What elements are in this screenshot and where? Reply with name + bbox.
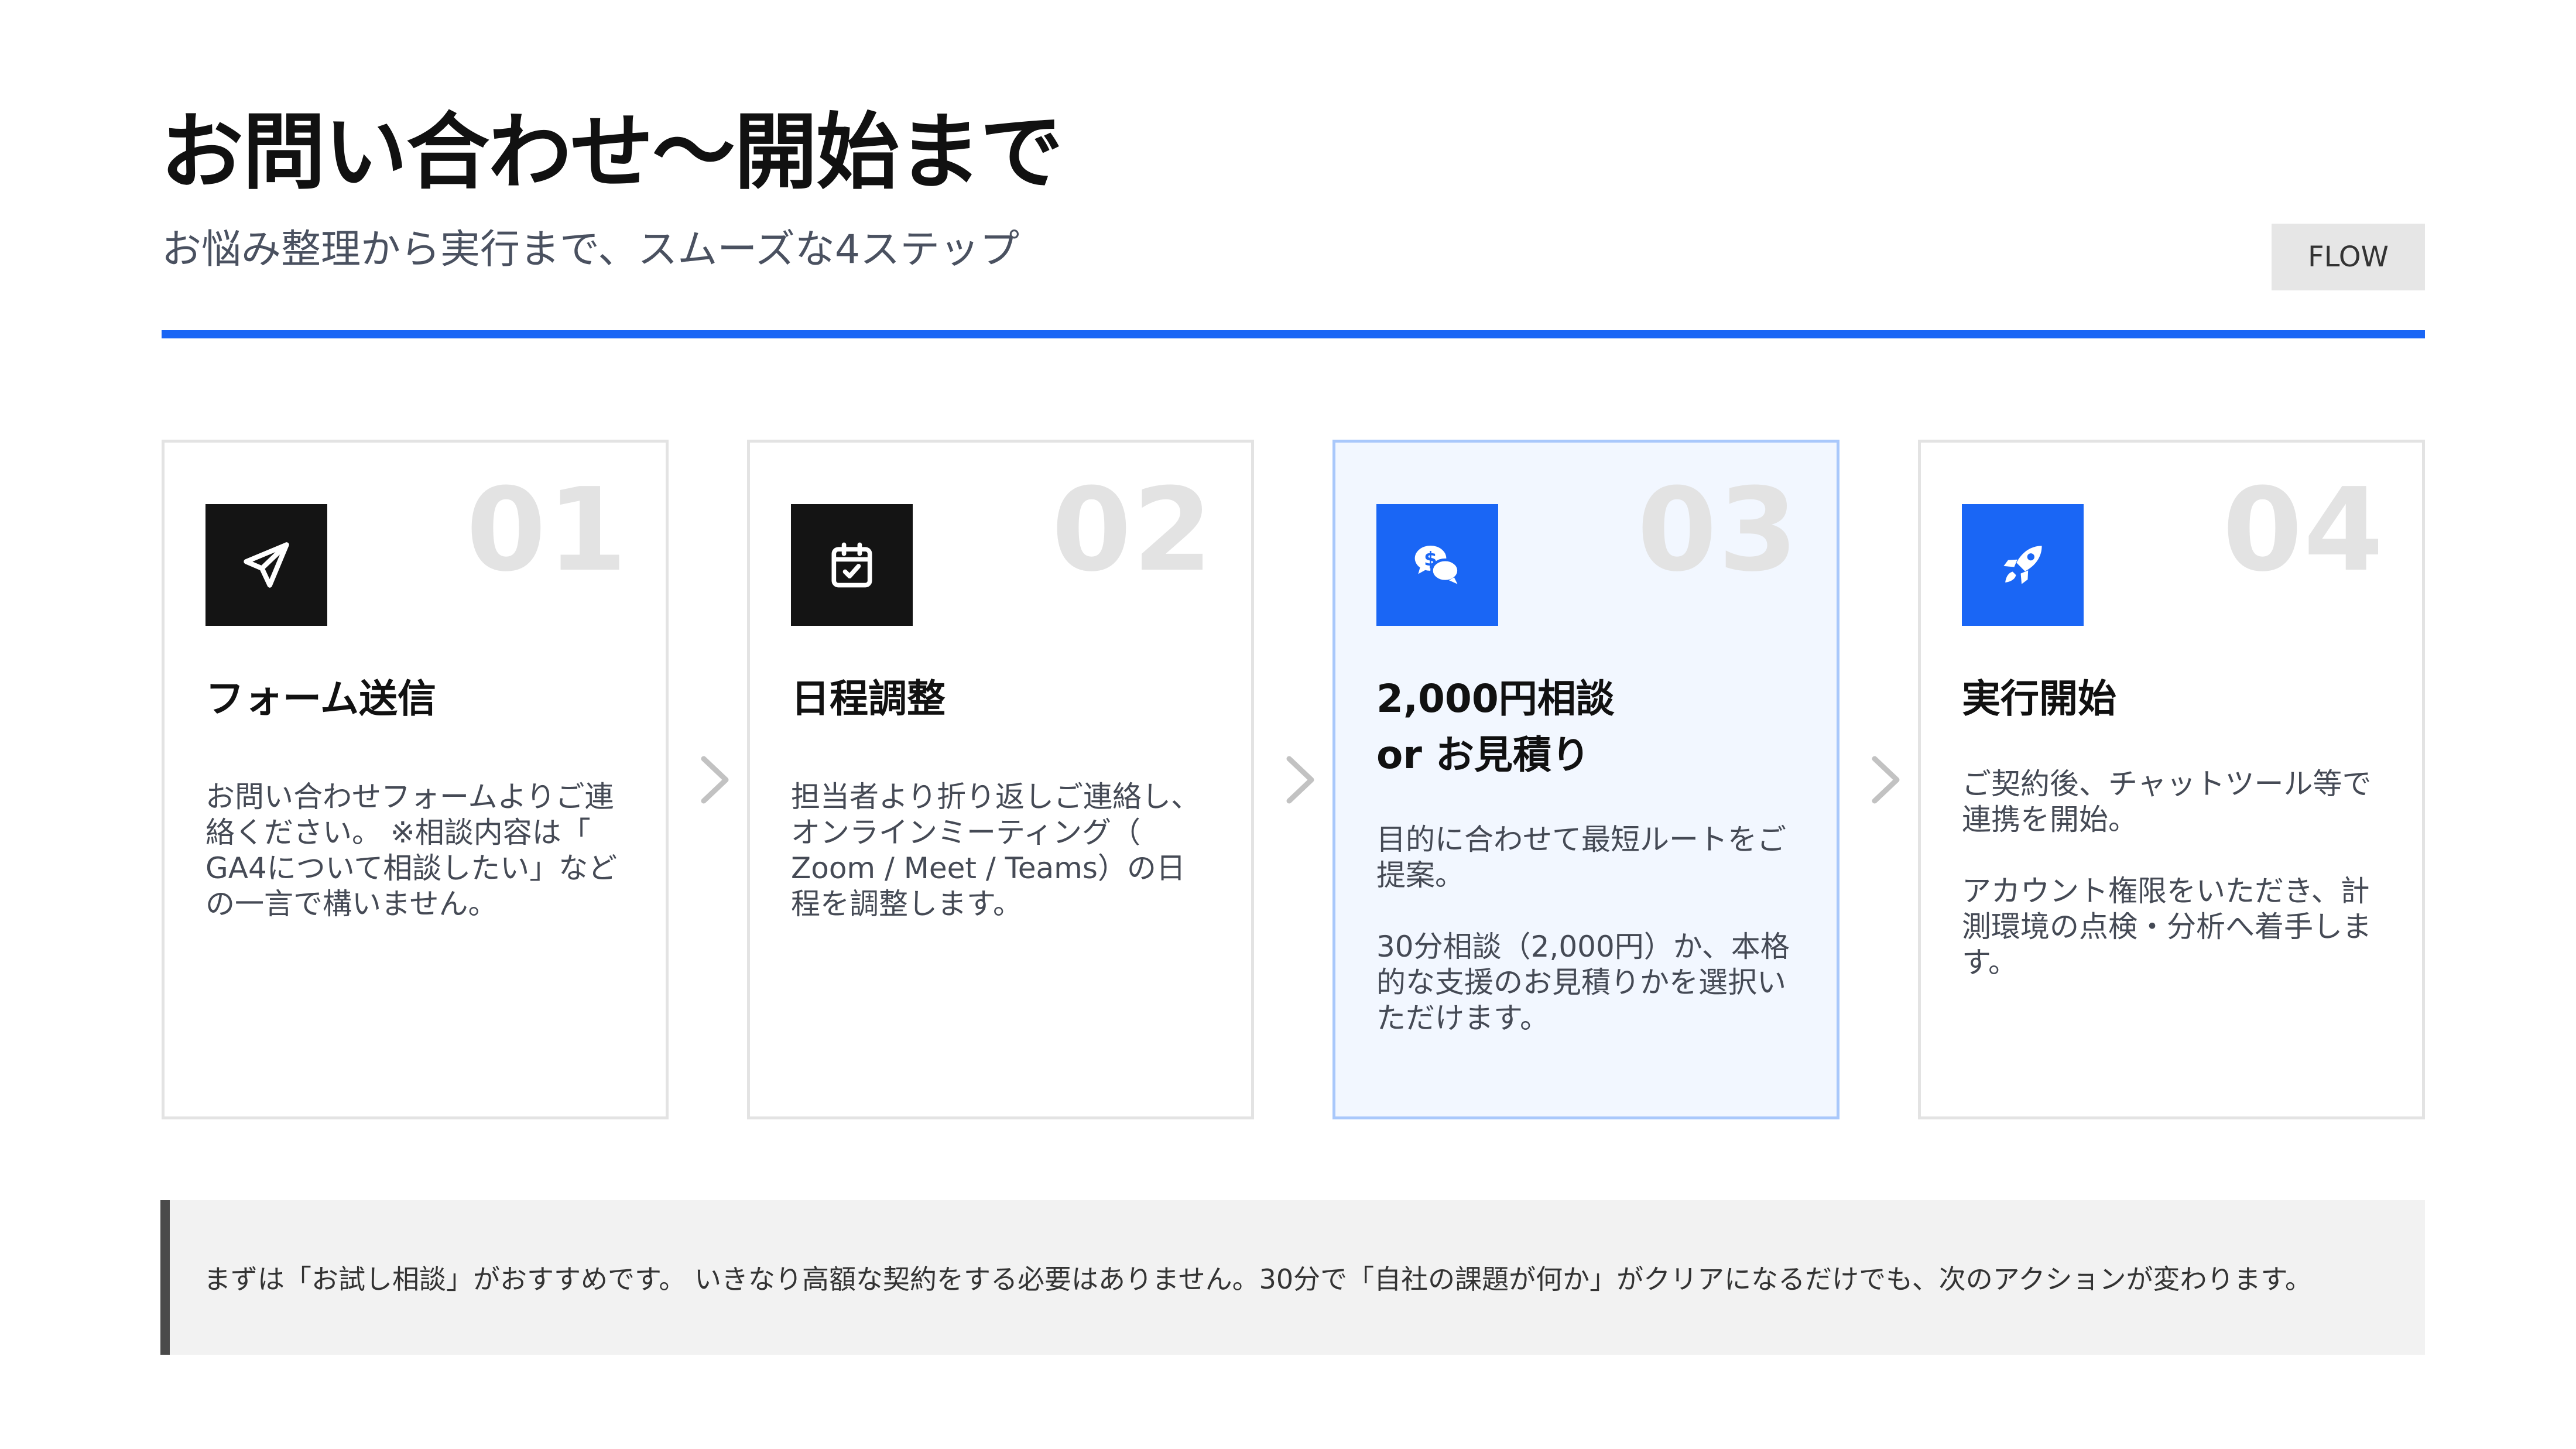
- step-title: 実行開始: [1962, 676, 2116, 721]
- step-card-2: 02 日程調整 担当者より折り返しご連絡し、 オンラインミーティング（ Zoom…: [747, 440, 1254, 1119]
- step-card-3: 03 $ 2,000円相談 or お見積り 目的に合わせて最短ルートをご 提案。…: [1332, 440, 1839, 1119]
- step-description: お問い合わせフォームよりご連 絡ください。 ※相談内容は「 GA4について相談し…: [205, 780, 618, 921]
- flow-slide: お問い合わせ〜開始まで お悩み整理から実行まで、スムーズな4ステップ FLOW …: [0, 0, 2576, 1449]
- chevron-right-icon: [1280, 751, 1321, 809]
- step-icon-box: [205, 504, 327, 626]
- step-title: 2,000円相談 or お見積り: [1376, 676, 1615, 777]
- header-divider: [162, 330, 2425, 338]
- step-number: 03: [1637, 464, 1799, 597]
- chevron-right-icon: [694, 751, 735, 809]
- page-subtitle: お悩み整理から実行まで、スムーズな4ステップ: [162, 227, 1020, 273]
- page-title: お問い合わせ〜開始まで: [160, 104, 1063, 201]
- recommendation-note: まずは「お試し相談」がおすすめです。 いきなり高額な契約をする必要はありません。…: [160, 1200, 2425, 1355]
- step-icon-box: [791, 504, 913, 626]
- svg-text:$: $: [1424, 548, 1437, 570]
- step-title: 日程調整: [791, 676, 946, 721]
- step-icon-box: [1962, 504, 2084, 626]
- step-description: 目的に合わせて最短ルートをご 提案。 30分相談（2,000円）か、本格 的な支…: [1376, 823, 1790, 1035]
- step-card-1: 01 フォーム送信 お問い合わせフォームよりご連 絡ください。 ※相談内容は「 …: [162, 440, 669, 1119]
- step-number: 04: [2222, 464, 2385, 597]
- step-number: 01: [466, 464, 628, 597]
- step-number: 02: [1051, 464, 1214, 597]
- paper-plane-icon: [244, 542, 289, 588]
- calendar-check-icon: [831, 542, 872, 588]
- step-description: 担当者より折り返しご連絡し、 オンラインミーティング（ Zoom / Meet …: [791, 780, 1200, 921]
- step-title: フォーム送信: [205, 676, 437, 721]
- step-icon-box: $: [1376, 504, 1498, 626]
- chevron-right-icon: [1865, 751, 1906, 809]
- step-card-4: 04 実行開始 ご契約後、チャットツール等で 連携を開始。 アカウント権限をいた…: [1918, 440, 2425, 1119]
- step-description: ご契約後、チャットツール等で 連携を開始。 アカウント権限をいただき、計 測環境…: [1962, 767, 2372, 979]
- flow-badge: FLOW: [2272, 224, 2425, 290]
- rocket-icon: [2003, 546, 2042, 584]
- note-text: まずは「お試し相談」がおすすめです。 いきなり高額な契約をする必要はありません。…: [204, 1263, 2312, 1295]
- consultation-dollar-icon: $: [1414, 546, 1460, 584]
